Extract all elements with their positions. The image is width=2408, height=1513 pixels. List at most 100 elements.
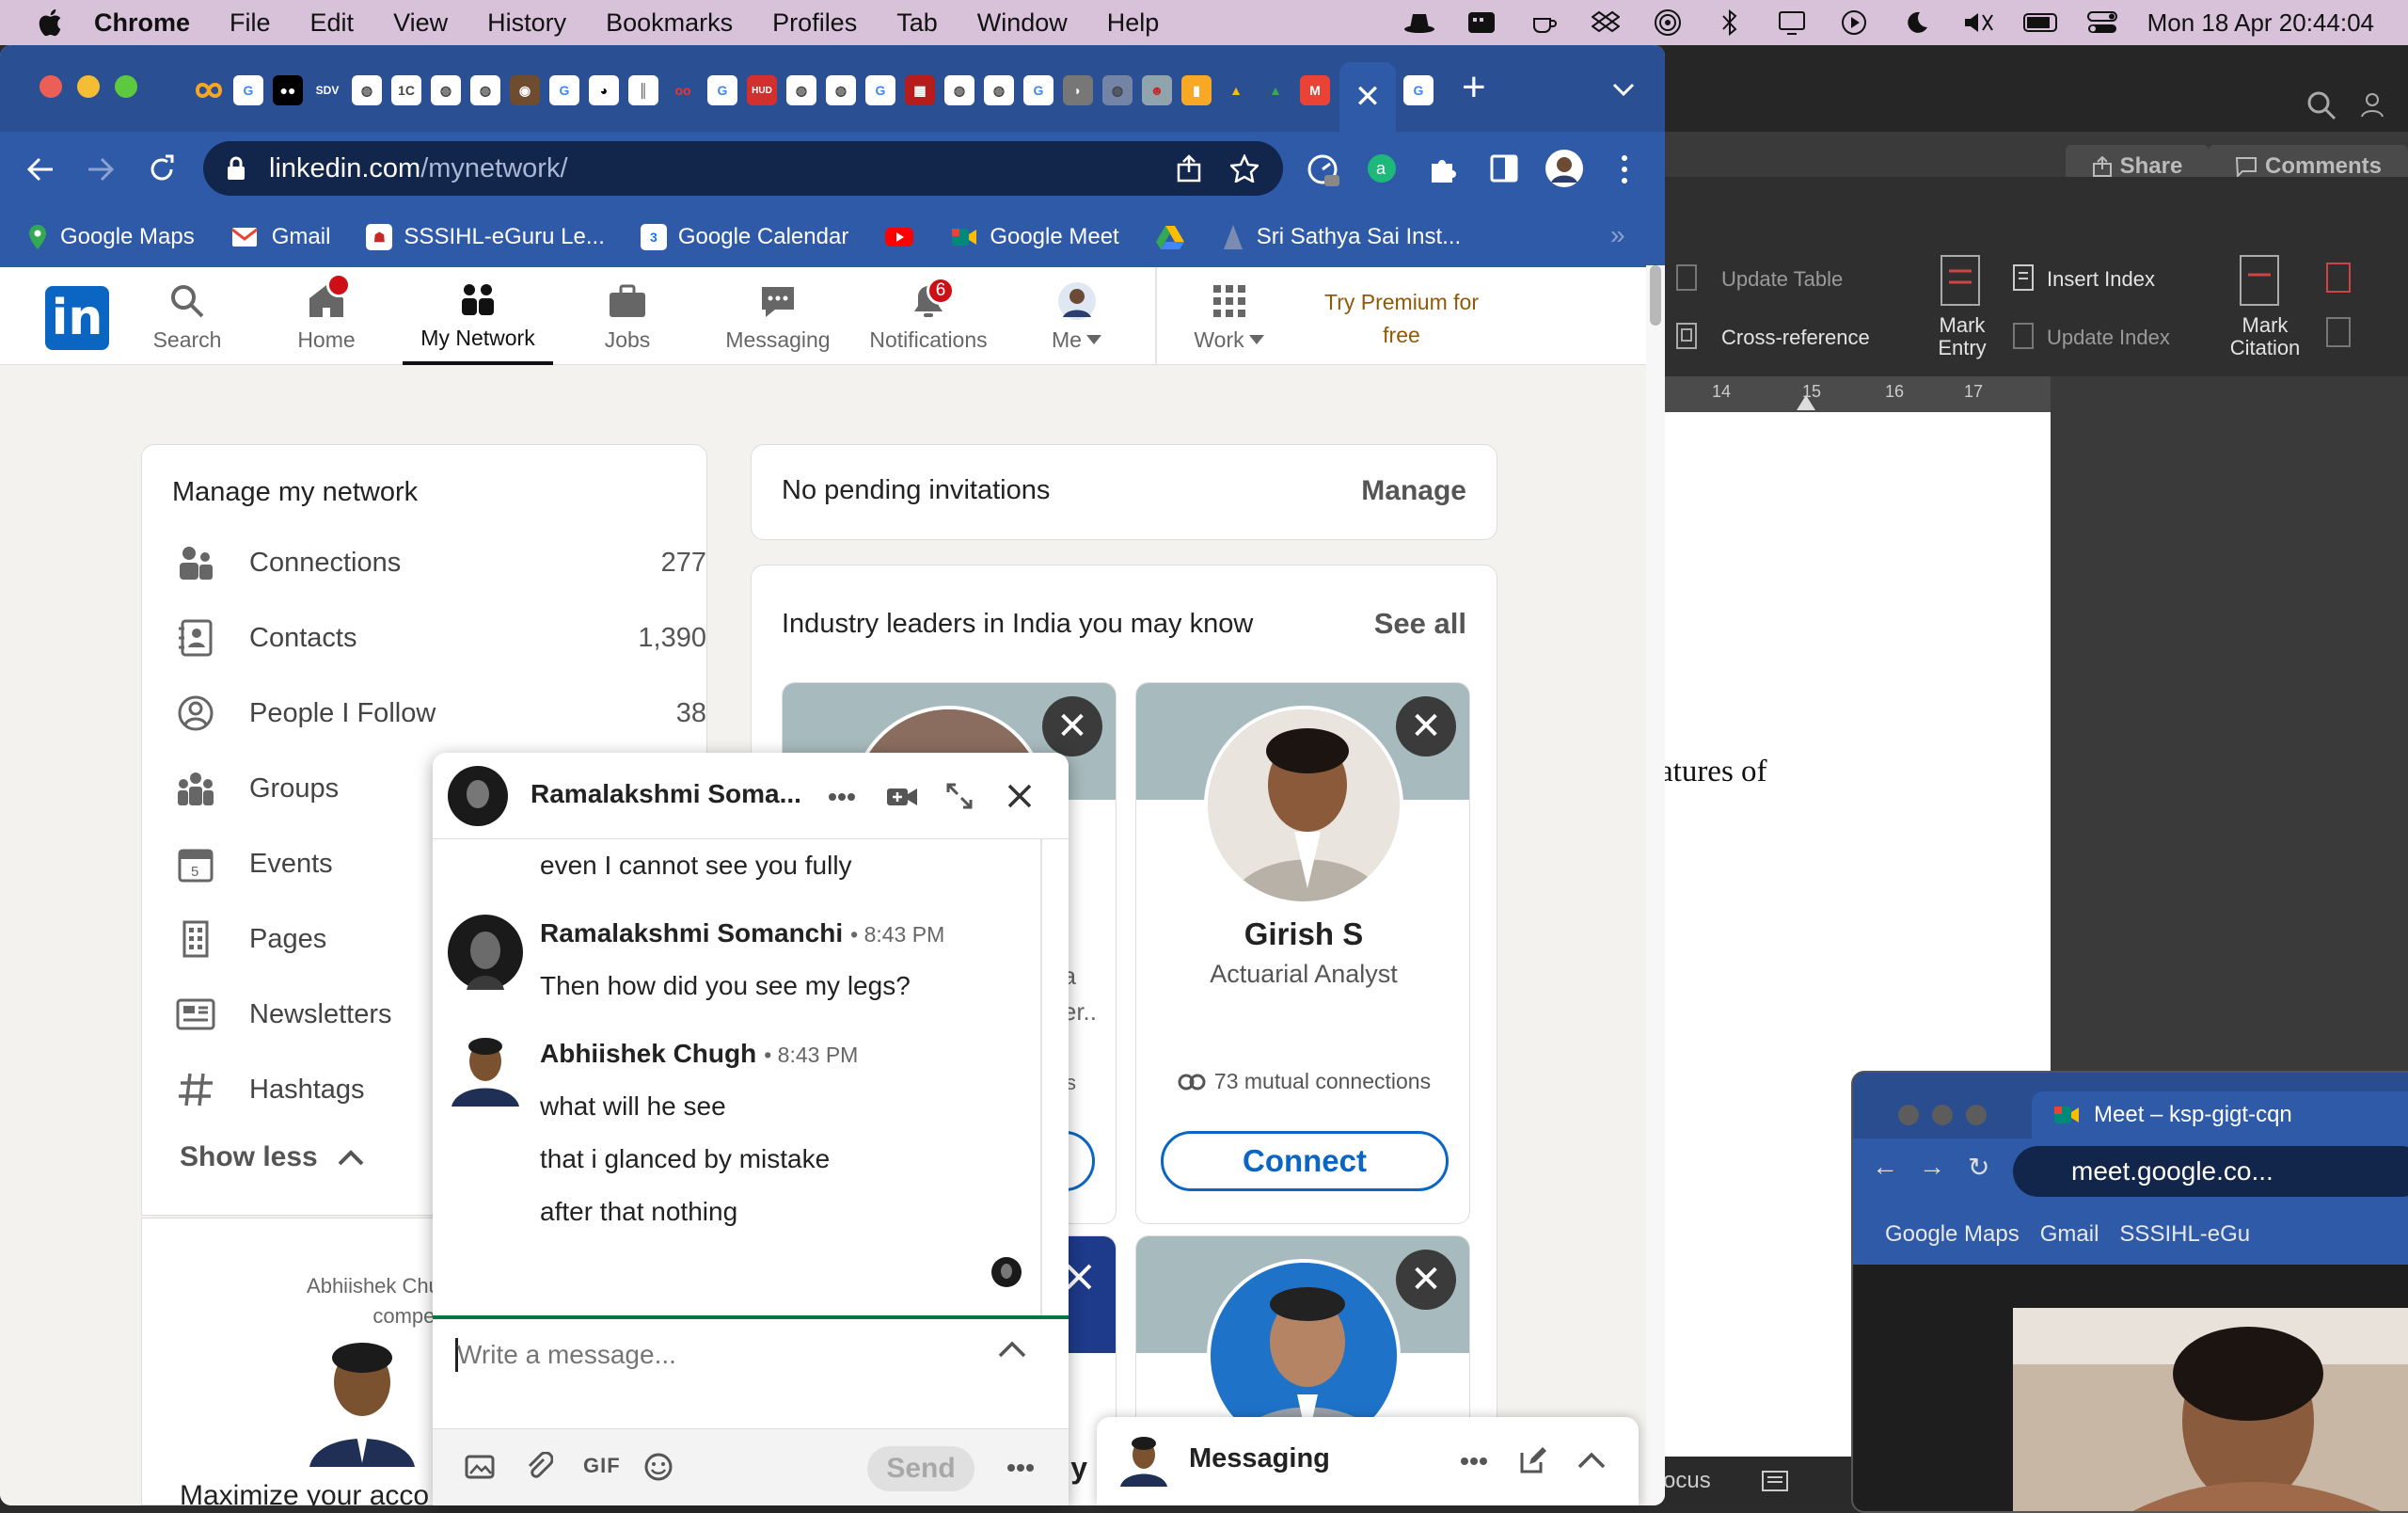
connect-button[interactable]: Connect — [1161, 1131, 1449, 1191]
meet-back-icon[interactable]: ← — [1872, 1152, 1898, 1182]
insert-index-button[interactable]: Insert Index — [2047, 267, 2155, 292]
tab-favicon-bars-icon[interactable]: ║ — [628, 75, 658, 105]
nav-me[interactable]: Me — [1006, 267, 1148, 365]
play-circle-icon[interactable] — [1837, 8, 1871, 37]
tab-favicon-globe-icon[interactable]: ◍ — [786, 75, 816, 105]
expand-icon[interactable] — [944, 781, 974, 811]
tab-favicon-infinity-icon[interactable] — [194, 75, 224, 105]
bookmark-sri-sathya-sai[interactable]: Sri Sathya Sai Inst... — [1221, 223, 1461, 251]
tab-favicon-globe-icon[interactable]: ◍ — [826, 75, 856, 105]
tab-favicon-drive-icon[interactable]: ▲ — [1221, 75, 1251, 105]
extensions-puzzle-icon[interactable] — [1428, 154, 1458, 184]
message-sender[interactable]: Abhiishek Chugh — [540, 1039, 756, 1069]
meet-bookmark-gmail[interactable]: Gmail — [2040, 1221, 2099, 1248]
bluetooth-icon[interactable] — [1713, 8, 1747, 37]
nav-notifications[interactable]: 6 Notifications — [858, 267, 999, 365]
tab-favicon-drive-icon[interactable]: ▲ — [1260, 75, 1291, 105]
chrome-menu-icon[interactable] — [1620, 154, 1629, 184]
tab-favicon-globe-icon[interactable]: ◍ — [944, 75, 974, 105]
nav-my-network[interactable]: My Network — [403, 267, 553, 365]
tab-favicon-google-icon[interactable]: G — [1023, 75, 1054, 105]
page-scrollbar[interactable] — [1646, 265, 1665, 1504]
menu-tab[interactable]: Tab — [896, 8, 938, 38]
tab-favicon-glasses-icon[interactable]: oo — [668, 75, 698, 105]
menu-profiles[interactable]: Profiles — [772, 8, 857, 38]
menu-bookmarks[interactable]: Bookmarks — [606, 8, 733, 38]
indent-marker-icon[interactable] — [1797, 395, 1815, 410]
tab-favicon-globe-icon[interactable]: ◍ — [1102, 75, 1133, 105]
menu-history[interactable]: History — [487, 8, 566, 38]
tab-favicon-globe-icon[interactable]: ◍ — [352, 75, 382, 105]
tab-favicon-globe-icon[interactable]: ◍ — [431, 75, 461, 105]
nav-home[interactable]: Home — [256, 267, 397, 365]
emoji-icon[interactable] — [643, 1452, 673, 1482]
nav-jobs[interactable]: Jobs — [557, 267, 698, 365]
tab-favicon-google-icon[interactable]: G — [233, 75, 263, 105]
network-item-contacts[interactable]: Contacts 1,390 — [174, 614, 706, 661]
contact-avatar[interactable] — [448, 915, 523, 990]
attach-image-icon[interactable] — [465, 1454, 495, 1480]
tab-search-chevron-icon[interactable] — [1612, 83, 1635, 98]
meet-video-feed[interactable] — [2013, 1308, 2408, 1511]
chat-header[interactable]: Ramalakshmi Soma... — [433, 753, 1069, 839]
message-sender[interactable]: Ramalakshmi Somanchi — [540, 918, 843, 948]
dismiss-suggestion-button[interactable] — [1065, 1263, 1093, 1291]
scrollbar-thumb[interactable] — [1650, 265, 1661, 326]
side-panel-icon[interactable] — [1490, 154, 1518, 183]
control-center-icon[interactable] — [2085, 8, 2119, 37]
back-icon[interactable] — [26, 156, 55, 183]
screen-mirror-icon[interactable] — [1775, 8, 1809, 37]
see-all-link[interactable]: See all — [1374, 607, 1466, 641]
meet-tab[interactable]: Meet – ksp-gigt-cqn — [2032, 1091, 2408, 1139]
network-item-people-i-follow[interactable]: People I Follow 38 — [174, 690, 706, 737]
tab-favicon-document-icon[interactable]: 1C — [391, 75, 421, 105]
nav-work[interactable]: Work — [1159, 267, 1300, 365]
search-icon[interactable] — [2305, 88, 2338, 122]
dismiss-suggestion-button[interactable]: ✕ — [1396, 1250, 1456, 1310]
chat-more-icon[interactable] — [828, 792, 856, 802]
extension-a-icon[interactable]: a — [1366, 152, 1398, 184]
focus-button[interactable]: ocus — [1663, 1468, 1711, 1494]
extension-speed-icon[interactable] — [1306, 152, 1341, 188]
bookmark-sssihl[interactable]: ☗ SSSIHL-eGuru Le... — [366, 224, 605, 250]
battery-icon[interactable] — [2022, 8, 2057, 37]
try-premium-link[interactable]: Try Premium for free — [1311, 286, 1492, 352]
attach-file-paperclip-icon[interactable] — [525, 1452, 553, 1482]
expand-messaging-chevron-icon[interactable] — [1576, 1451, 1607, 1470]
tab-favicon-globe-icon[interactable]: ◍ — [984, 75, 1014, 105]
compose-message-icon[interactable] — [1518, 1445, 1548, 1475]
window-zoom-button[interactable] — [115, 75, 137, 98]
bookmark-gmail[interactable]: Gmail — [230, 224, 330, 250]
tab-favicon-google-icon[interactable]: G — [549, 75, 579, 105]
meet-address-bar[interactable]: meet.google.co... — [2013, 1146, 2408, 1197]
messaging-overlay-bar[interactable]: Messaging — [1097, 1417, 1639, 1505]
nav-search[interactable]: Search — [117, 267, 258, 365]
tab-favicon-gmail-icon[interactable]: M — [1300, 75, 1330, 105]
network-item-connections[interactable]: Connections 277 — [174, 539, 706, 586]
bookmark-youtube[interactable] — [884, 226, 914, 248]
tab-close-icon[interactable]: ✕ — [1354, 78, 1382, 116]
dismiss-suggestion-button[interactable]: ✕ — [1396, 696, 1456, 756]
manage-invitations-link[interactable]: Manage — [1361, 475, 1466, 507]
mark-entry-button[interactable]: Mark Entry — [1928, 314, 1996, 359]
spy-hat-icon[interactable] — [1402, 8, 1436, 37]
window-close-button[interactable] — [40, 75, 62, 98]
display-icon[interactable] — [1465, 8, 1498, 37]
tab-favicon-sdv-icon[interactable]: SDV — [312, 75, 342, 105]
forward-icon[interactable] — [87, 156, 115, 183]
tab-favicon-chart-icon[interactable]: ▮ — [1181, 75, 1212, 105]
profile-avatar-icon[interactable] — [1545, 149, 1584, 188]
linkedin-logo-icon[interactable]: in — [45, 286, 109, 350]
print-layout-icon[interactable] — [1761, 1470, 1789, 1492]
coffee-icon[interactable] — [1527, 8, 1560, 37]
menu-file[interactable]: File — [230, 8, 271, 38]
user-avatar[interactable] — [1117, 1434, 1170, 1487]
bookmark-google-maps[interactable]: Google Maps — [26, 223, 195, 251]
apple-logo-icon[interactable] — [36, 7, 68, 39]
composer-more-icon[interactable] — [1006, 1463, 1035, 1473]
tab-favicon-gray-icon[interactable]: ◗ — [1063, 75, 1093, 105]
airdrop-icon[interactable] — [1651, 8, 1685, 37]
expand-composer-chevron-icon[interactable] — [997, 1340, 1027, 1359]
moon-icon[interactable] — [1899, 8, 1933, 37]
suggestion-name[interactable]: Girish S — [1136, 916, 1469, 952]
